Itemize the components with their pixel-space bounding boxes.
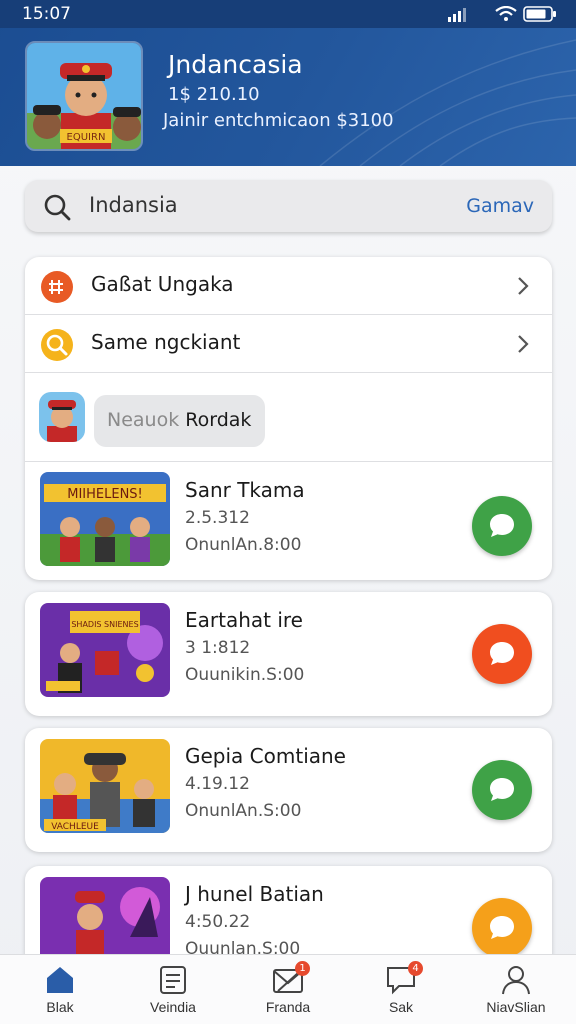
status-time: 15:07: [22, 4, 71, 24]
chat-button[interactable]: [472, 496, 532, 556]
search-action-button[interactable]: Gamav: [466, 195, 534, 217]
chat-bubble-icon: [490, 642, 514, 665]
notification-badge: 4: [408, 961, 423, 976]
chip-label-prefix: Neauok: [107, 409, 180, 431]
game-thumbnail: MIIHELENS!: [40, 472, 170, 566]
game-number: 4.19.12: [185, 774, 250, 794]
status-bar: 15:07: [0, 0, 576, 28]
battery-icon: [523, 6, 556, 22]
game-title: J hunel Batian: [185, 882, 324, 906]
chevron-right-icon: [518, 277, 529, 295]
game-time: OnunlAn.8:00: [185, 535, 302, 555]
game-title: Gepia Comtiane: [185, 744, 346, 768]
thumbnail-title: MIIHELENS!: [67, 487, 143, 502]
list-item[interactable]: VACHLEUE Gepia Comtiane 4.19.12 OnunlAn.…: [25, 728, 552, 852]
chip-row: Neauok Rordak: [25, 374, 552, 462]
list-item[interactable]: MIIHELENS! Sanr Tkama 2.5.312 OnunlAn.8:…: [25, 462, 552, 580]
game-number: 3 1:812: [185, 638, 251, 658]
menu-item-label: Gaßat Ungaka: [91, 272, 234, 296]
list-item[interactable]: SHADIS SNIENES Eartahat ire 3 1:812 Ouun…: [25, 592, 552, 716]
game-thumbnail: SHADIS SNIENES: [40, 603, 170, 697]
document-icon: [157, 965, 189, 995]
chat-bubble-icon: [490, 778, 514, 801]
status-icons: [448, 6, 556, 22]
notification-badge: 1: [295, 961, 310, 976]
chat-button[interactable]: [472, 898, 532, 958]
chip-label: Rordak: [185, 409, 252, 431]
nav-label: Veindia: [150, 999, 196, 1015]
game-number: 4:50.22: [185, 912, 251, 932]
game-time: Ouunikin.S:00: [185, 665, 305, 685]
signal-icon: [448, 8, 466, 22]
nav-label: Sak: [388, 999, 414, 1015]
avatar[interactable]: [39, 392, 85, 442]
chat-icon: 4: [385, 961, 423, 995]
game-cover-art[interactable]: EQUIRN: [25, 41, 143, 151]
nav-label: Blak: [46, 999, 74, 1015]
app-header: 15:07 EQUIRN Jndancasia 1$ 210.10 Jainir…: [0, 0, 576, 166]
bottom-nav: Blak Veindia 1 Franda 4 Sak NiavSlian: [0, 954, 576, 1024]
game-thumbnail: VACHLEUE: [40, 739, 170, 833]
mail-icon: 1: [272, 961, 310, 995]
game-time: OnunlAn.S:00: [185, 801, 302, 821]
nav-label: NiavSlian: [486, 999, 546, 1015]
game-number: 2.5.312: [185, 508, 250, 528]
filter-chip[interactable]: Neauok Rordak: [94, 395, 265, 447]
menu-card: Gaßat Ungaka Same ngckiant Neauok Rordak…: [25, 257, 552, 580]
profile-icon: [500, 965, 532, 995]
nav-item-mail[interactable]: 1 Franda: [238, 961, 338, 1021]
app-title: Jndancasia: [168, 50, 303, 79]
game-title: Eartahat ire: [185, 608, 303, 632]
gift-icon: [41, 271, 73, 303]
nav-item-documents[interactable]: Veindia: [123, 965, 223, 1021]
chat-button[interactable]: [472, 760, 532, 820]
chat-bubble-icon: [490, 514, 514, 537]
nav-item-chat[interactable]: 4 Sak: [351, 961, 451, 1021]
menu-item-label: Same ngckiant: [91, 330, 241, 354]
chat-button[interactable]: [472, 624, 532, 684]
chevron-right-icon: [518, 335, 529, 353]
header-price: 1$ 210.10: [168, 84, 260, 105]
game-title: Sanr Tkama: [185, 478, 305, 502]
search-input[interactable]: Indansia: [89, 193, 178, 217]
nav-item-home[interactable]: Blak: [10, 965, 110, 1021]
svg-text:EQUIRN: EQUIRN: [67, 132, 106, 143]
search-bar[interactable]: Indansia Gamav: [25, 180, 552, 232]
chat-bubble-icon: [490, 916, 514, 939]
menu-item-gift[interactable]: Gaßat Ungaka: [25, 257, 552, 315]
menu-item-search[interactable]: Same ngckiant: [25, 315, 552, 373]
header-subtitle: Jainir entchmicaon $3100: [163, 110, 394, 131]
thumbnail-title: VACHLEUE: [51, 822, 99, 832]
nav-item-profile[interactable]: NiavSlian: [466, 965, 566, 1021]
search-icon: [44, 194, 71, 221]
thumbnail-title: SHADIS SNIENES: [71, 620, 138, 629]
magnifier-icon: [41, 329, 73, 361]
home-icon: [44, 965, 76, 995]
nav-label: Franda: [265, 999, 311, 1015]
wifi-icon: [495, 6, 517, 21]
